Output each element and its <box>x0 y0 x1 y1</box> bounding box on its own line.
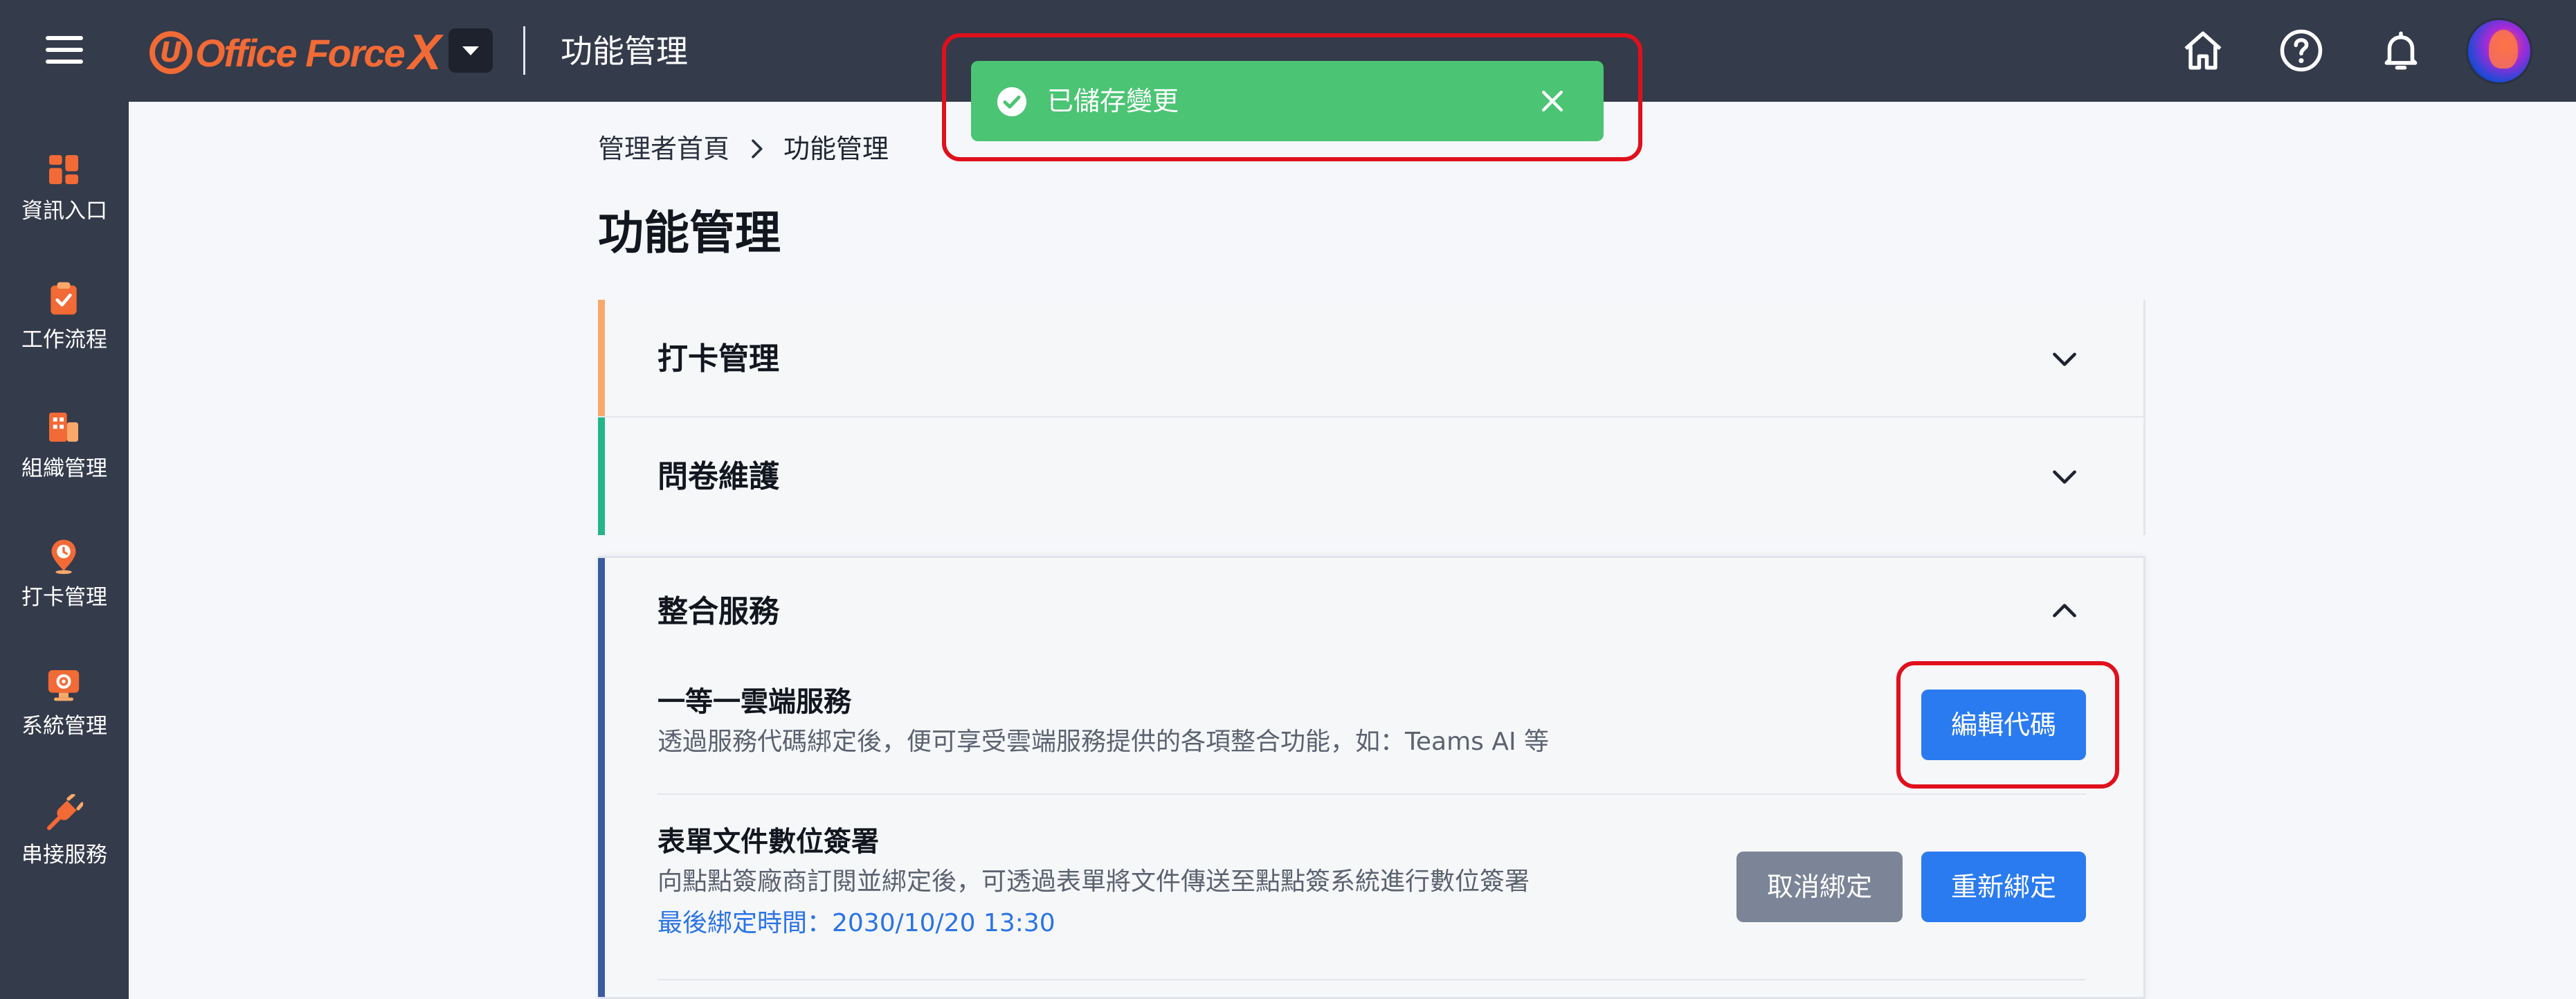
sidebar-item-clock-in[interactable]: 打卡管理 <box>0 537 129 640</box>
sidebar-item-system[interactable]: 系統管理 <box>0 665 129 769</box>
sidebar-item-info-portal[interactable]: 資訊入口 <box>0 150 129 254</box>
divider <box>657 979 2086 980</box>
sidebar-item-workflow[interactable]: 工作流程 <box>0 279 129 383</box>
chevron-down-icon[interactable] <box>2047 459 2082 494</box>
menu-icon[interactable] <box>46 36 83 64</box>
header-title: 功能管理 <box>561 33 688 70</box>
sidebar-item-label: 組織管理 <box>21 456 107 481</box>
check-circle-icon <box>997 87 1027 117</box>
rebind-button[interactable]: 重新綁定 <box>1921 852 2086 922</box>
panel-header[interactable]: 問卷維護 <box>598 417 2143 535</box>
avatar[interactable] <box>2466 18 2532 84</box>
edit-code-button[interactable]: 編輯代碼 <box>1921 690 2086 760</box>
sidebar: 資訊入口 工作流程 組織管理 打卡管理 系統管理 串接服務 <box>0 102 129 999</box>
sidebar-item-organization[interactable]: 組織管理 <box>0 408 129 512</box>
logo-x: X <box>408 25 442 80</box>
panel-title: 問卷維護 <box>657 459 779 494</box>
divider <box>657 793 2086 795</box>
sidebar-item-label: 串接服務 <box>21 843 107 867</box>
panel-title: 整合服務 <box>657 594 779 629</box>
sidebar-item-label: 工作流程 <box>21 327 107 352</box>
chevron-up-icon[interactable] <box>2047 594 2082 629</box>
home-icon[interactable] <box>2180 28 2226 73</box>
close-icon[interactable] <box>1537 86 1568 116</box>
monitor-gear-icon <box>48 670 80 701</box>
help-icon[interactable] <box>2278 28 2324 73</box>
panel-clock-in-management: 打卡管理 <box>598 300 2146 417</box>
success-toast: 已儲存變更 <box>971 61 1604 141</box>
building-icon <box>49 413 78 442</box>
breadcrumb: 管理者首頁 功能管理 <box>598 131 889 167</box>
chevron-right-icon <box>752 139 763 159</box>
service-title: 一等一雲端服務 <box>657 686 851 718</box>
sidebar-item-label: 系統管理 <box>21 714 107 739</box>
page-title: 功能管理 <box>598 206 781 260</box>
dashboard-icon <box>49 155 78 184</box>
breadcrumb-home-link[interactable]: 管理者首頁 <box>598 131 729 167</box>
service-description: 透過服務代碼綁定後，便可享受雲端服務提供的各項整合功能，如：Teams AI 等 <box>657 728 1550 756</box>
panel-header[interactable]: 整合服務 <box>598 558 2143 676</box>
plug-icon <box>46 794 83 831</box>
breadcrumb-current: 功能管理 <box>783 134 889 164</box>
chevron-down-icon[interactable] <box>2047 341 2082 376</box>
unbind-button[interactable]: 取消綁定 <box>1736 852 1903 922</box>
panel-survey-maintenance: 問卷維護 <box>598 417 2146 535</box>
service-row-cloud: 一等一雲端服務 透過服務代碼綁定後，便可享受雲端服務提供的各項整合功能，如：Te… <box>657 683 2086 760</box>
panel-header[interactable]: 打卡管理 <box>598 300 2143 417</box>
panel-title: 打卡管理 <box>657 341 779 377</box>
app-switcher-dropdown[interactable] <box>448 28 493 73</box>
bell-icon[interactable] <box>2378 28 2424 73</box>
sidebar-item-label: 資訊入口 <box>21 199 107 224</box>
sidebar-item-label: 打卡管理 <box>21 585 107 610</box>
divider <box>523 26 525 75</box>
app-logo[interactable]: U Office Force X <box>149 25 442 80</box>
logo-mark: U <box>149 31 192 74</box>
sidebar-item-integration[interactable]: 串接服務 <box>0 794 129 898</box>
location-clock-icon <box>51 539 76 575</box>
toast-message: 已儲存變更 <box>1047 86 1179 116</box>
panel-integration-services: 整合服務 一等一雲端服務 透過服務代碼綁定後，便可享受雲端服務提供的各項整合功能… <box>598 556 2146 999</box>
clipboard-check-icon <box>51 282 77 315</box>
logo-text: Office Force <box>195 30 406 75</box>
